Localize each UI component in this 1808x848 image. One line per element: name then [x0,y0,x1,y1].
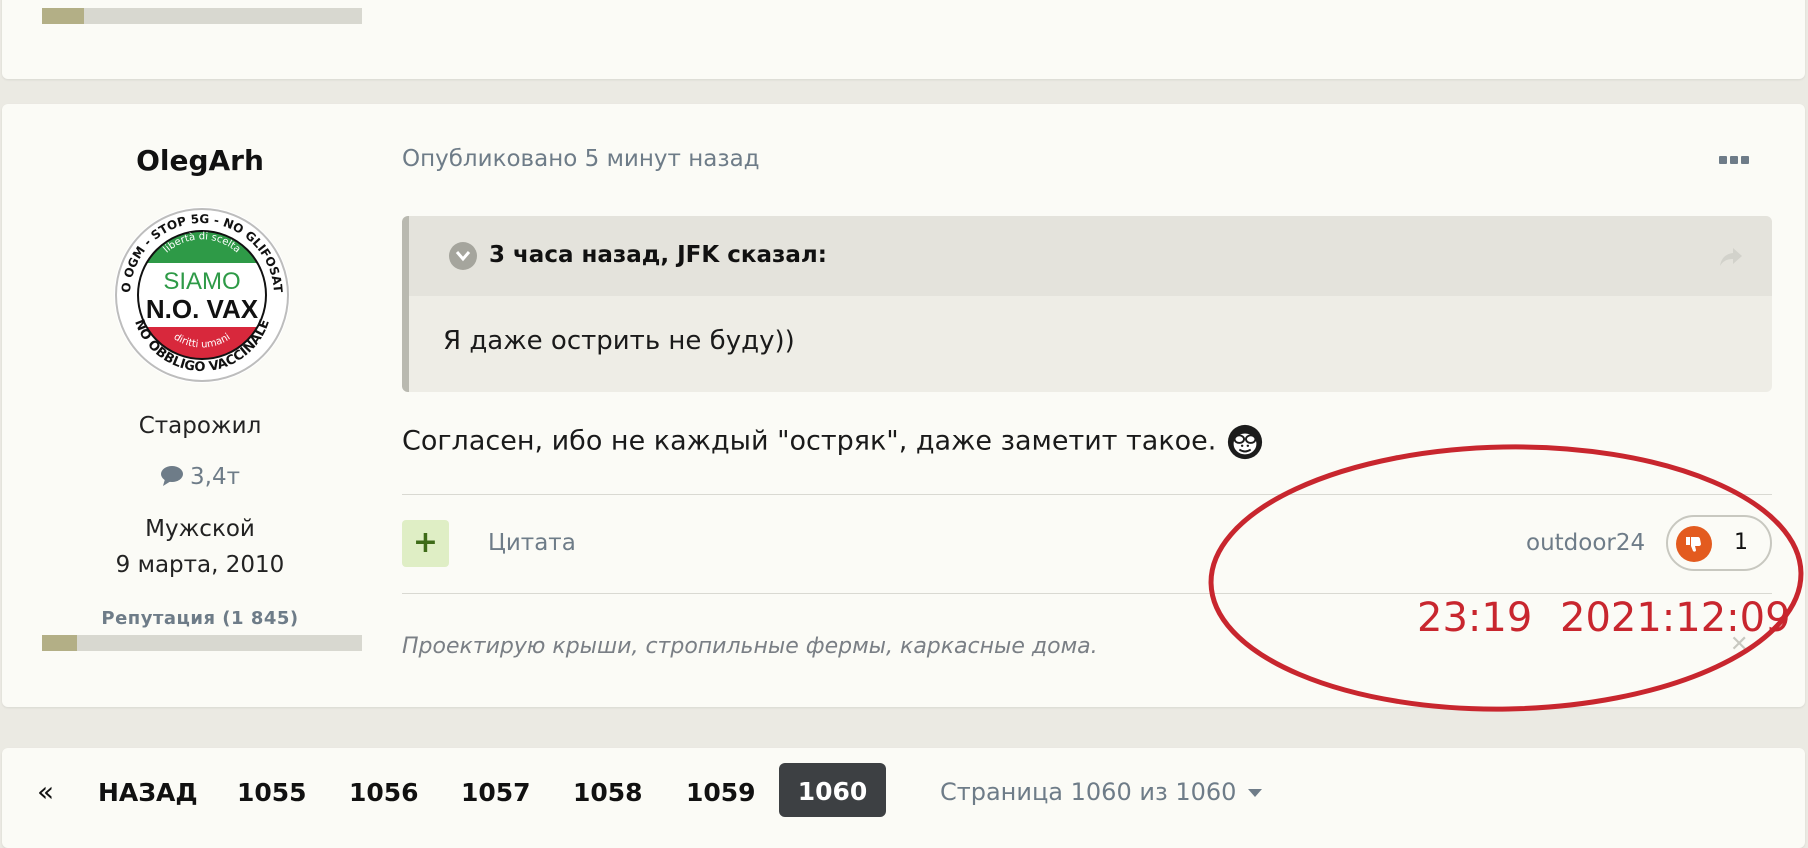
author-rank: Старожил [138,413,262,439]
dot-icon [1730,156,1738,164]
posts-count-value: 3,4т [190,464,240,490]
prev-page-button[interactable]: НАЗАД [98,778,198,807]
author-signature: Проектирую крыши, стропильные фермы, кар… [402,634,1098,659]
reaction-user-link[interactable]: outdoor24 [1526,530,1645,556]
plus-icon: + [412,525,439,560]
page-link-1056[interactable]: 1056 [349,778,419,807]
avatar-line-2: N.O. VAX [146,294,259,324]
thumbs-down-icon [1676,526,1712,562]
avatar-line-1: SIAMO [163,268,240,295]
reputation-fill [42,635,78,651]
author-posts[interactable]: 3,4т [40,464,360,490]
author-gender: Мужской [145,516,255,542]
more-options-button[interactable] [1717,140,1753,180]
quote-citation: 3 часа назад, JFK сказал: [489,242,827,268]
reaction-count: 1 [1734,530,1748,555]
comment-icon [161,466,183,486]
quote-block: 3 часа назад, JFK сказал: Я даже острить… [402,216,1772,392]
post-body: Согласен, ибо не каждый "остряк", даже з… [402,423,1264,461]
current-page[interactable]: 1060 [779,763,886,817]
post-date[interactable]: Опубликовано 5 минут назад [402,146,760,172]
see-no-evil-monkey-icon [1228,424,1263,460]
quote-button[interactable]: Цитата [488,530,576,556]
previous-reputation-bar [42,8,362,24]
page-link-1059[interactable]: 1059 [686,778,756,807]
divider [402,494,1772,495]
previous-reputation-fill [42,8,84,24]
dot-icon [1719,156,1727,164]
quote-header: 3 часа назад, JFK сказал: [409,216,1772,296]
dot-icon [1741,156,1749,164]
share-arrow-icon [1720,248,1742,266]
author-avatar[interactable]: NO OGM - STOP 5G - NO GLIFOSATO NO OBBLI… [112,205,292,385]
divider [402,593,1772,594]
reputation-bar [42,635,362,651]
page-jump-label: Страница 1060 из 1060 [940,778,1237,806]
author-joined: 9 марта, 2010 [115,552,285,578]
page-link-1058[interactable]: 1058 [573,778,643,807]
chevron-down-icon [455,251,471,262]
page-jump-dropdown[interactable]: Страница 1060 из 1060 [940,778,1263,806]
post-body-text: Согласен, ибо не каждый "остряк", даже з… [402,425,1217,457]
quote-text: Я даже острить не буду)) [443,326,795,356]
page-link-1057[interactable]: 1057 [461,778,531,807]
page-link-1055[interactable]: 1055 [237,778,307,807]
current-page-label: 1060 [797,777,868,806]
first-page-button[interactable]: « [37,775,54,808]
go-to-quoted-post-button[interactable] [1718,246,1744,268]
caret-down-icon [1248,789,1263,797]
multiquote-add-button[interactable]: + [402,520,449,567]
reaction-button[interactable]: 1 [1666,515,1772,571]
annotation-date: 2021:12:09 [1560,595,1791,641]
collapse-quote-button[interactable] [449,242,477,270]
author-name[interactable]: OlegArh [40,144,360,177]
reputation-label: Репутация (1 845) [101,608,299,629]
annotation-time: 23:19 [1417,595,1533,641]
